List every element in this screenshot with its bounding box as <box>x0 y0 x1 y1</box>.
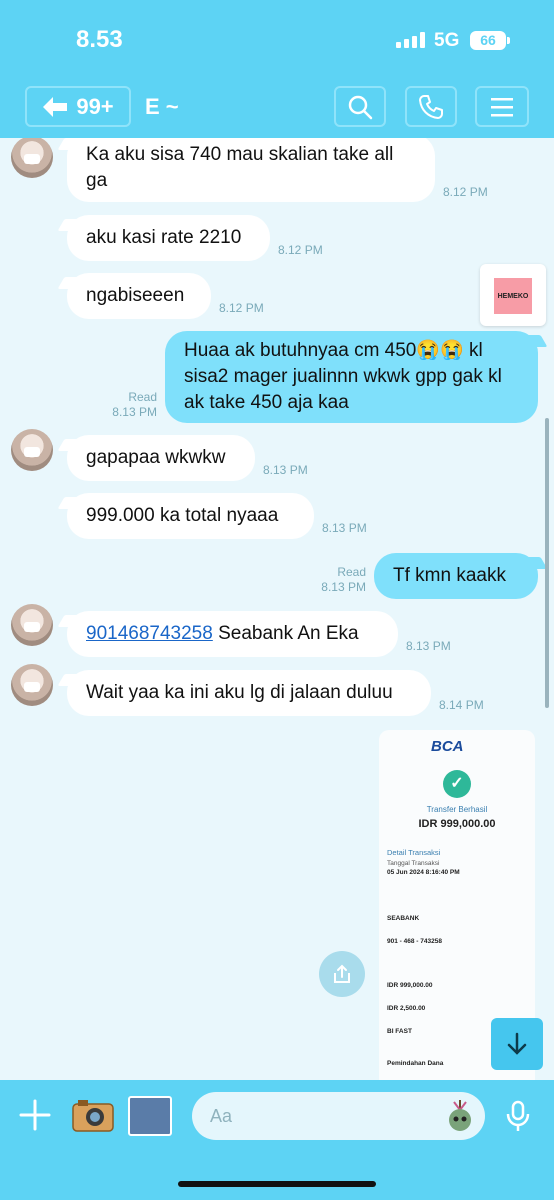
network-type: 5G <box>434 30 460 51</box>
message-text: ngabiseeen <box>86 285 185 306</box>
message-time: 8.14 PM <box>439 698 484 712</box>
sticker-label: HEMEKO <box>494 278 532 314</box>
message-input[interactable]: Aa <box>192 1092 485 1140</box>
message-text: gapapaa wkwkw <box>86 447 226 468</box>
microphone-icon[interactable] <box>504 1100 532 1132</box>
plus-icon[interactable] <box>18 1098 52 1132</box>
message-text: 999.000 ka total nyaaa <box>86 505 279 526</box>
message-bubble[interactable]: aku kasi rate 2210 <box>67 215 270 261</box>
camera-icon[interactable] <box>72 1098 114 1132</box>
message-bubble[interactable]: Tf kmn kaakk <box>374 553 538 599</box>
sticker-icon[interactable] <box>445 1098 475 1134</box>
avatar[interactable] <box>11 604 53 646</box>
unread-count: 99+ <box>76 93 114 119</box>
receipt-amount-line: IDR 999,000.00 <box>387 982 433 989</box>
phone-icon <box>419 94 443 119</box>
message-time: 8.12 PM <box>278 243 323 257</box>
battery-icon: 66 <box>470 31 510 50</box>
receipt-detail-title: Detail Transaksi <box>387 848 441 857</box>
bank-logo: BCA <box>431 738 464 755</box>
account-link[interactable]: 901468743258 <box>86 621 213 647</box>
top-bar: 8.53 5G 66 99+ E ~ <box>0 0 554 138</box>
message-text: Wait yaa ka ini aku lg di jalaan duluu <box>86 682 393 703</box>
sticker-thumbnail[interactable]: HEMEKO <box>480 264 546 326</box>
receipt-date: 05 Jun 2024 8:16:40 PM <box>387 869 460 876</box>
search-icon <box>348 95 373 119</box>
message-time: 8.12 PM <box>219 301 264 315</box>
receipt-note: Pemindahan Dana <box>387 1060 444 1067</box>
message-text: Ka aku sisa 740 mau skalian take all ga <box>86 144 394 191</box>
receipt-amount: IDR 999,000.00 <box>418 818 496 830</box>
message-time: 8.13 PM <box>321 580 366 594</box>
message-bubble[interactable]: 901468743258 Seabank An Eka <box>67 611 398 657</box>
receipt-status: Transfer Berhasil <box>426 805 488 814</box>
message-bubble[interactable]: ngabiseeen <box>67 273 211 319</box>
message-bubble[interactable]: gapapaa wkwkw <box>67 435 255 481</box>
message-text: Seabank An Eka <box>212 623 359 644</box>
message-bubble[interactable]: Ka aku sisa 740 mau skalian take all ga <box>67 138 435 202</box>
chat-area[interactable]: Ka aku sisa 740 mau skalian take all ga … <box>0 138 554 1080</box>
message-bubble[interactable]: 999.000 ka total nyaaa <box>67 493 314 539</box>
message-time: 8.13 PM <box>112 405 157 419</box>
read-receipt: Read <box>128 390 157 404</box>
message-text: Tf kmn kaakk <box>393 565 506 586</box>
message-text: Huaa ak butuhnyaa cm 450😭😭 kl sisa2 mage… <box>184 340 502 413</box>
receipt-date-label: Tanggal Transaksi <box>387 860 440 867</box>
scroll-to-bottom-button[interactable] <box>491 1018 543 1070</box>
receipt-method: BI FAST <box>387 1028 412 1035</box>
share-button[interactable] <box>319 951 365 997</box>
scrollbar[interactable] <box>545 418 549 708</box>
composer-bar: Aa <box>0 1080 554 1200</box>
message-time: 8.13 PM <box>406 639 451 653</box>
share-icon <box>334 964 350 983</box>
message-bubble[interactable]: Huaa ak butuhnyaa cm 450😭😭 kl sisa2 mage… <box>165 331 538 423</box>
home-indicator <box>178 1181 376 1187</box>
arrow-down-icon <box>507 1032 527 1055</box>
chat-title[interactable]: E ~ <box>145 94 179 120</box>
message-time: 8.12 PM <box>443 185 488 199</box>
message-bubble[interactable]: Wait yaa ka ini aku lg di jalaan duluu <box>67 670 431 716</box>
avatar[interactable] <box>11 429 53 471</box>
message-time: 8.13 PM <box>322 521 367 535</box>
call-button[interactable] <box>405 86 457 127</box>
message-text: aku kasi rate 2210 <box>86 227 242 248</box>
check-icon: ✓ <box>443 770 471 798</box>
message-time: 8.13 PM <box>263 463 308 477</box>
signal-icon <box>396 32 425 48</box>
hamburger-icon <box>491 97 513 116</box>
receipt-bank-target: SEABANK <box>387 915 420 922</box>
menu-button[interactable] <box>475 86 529 127</box>
gallery-icon[interactable] <box>128 1096 172 1136</box>
read-receipt: Read <box>337 565 366 579</box>
back-button[interactable]: 99+ <box>25 86 131 127</box>
avatar[interactable] <box>11 664 53 706</box>
input-placeholder: Aa <box>210 1105 233 1126</box>
status-time: 8.53 <box>76 26 123 53</box>
receipt-fee: IDR 2,500.00 <box>387 1005 426 1012</box>
arrow-left-icon <box>43 96 68 117</box>
receipt-account: 901 - 468 - 743258 <box>387 938 442 945</box>
search-button[interactable] <box>334 86 386 127</box>
avatar[interactable] <box>11 138 53 178</box>
